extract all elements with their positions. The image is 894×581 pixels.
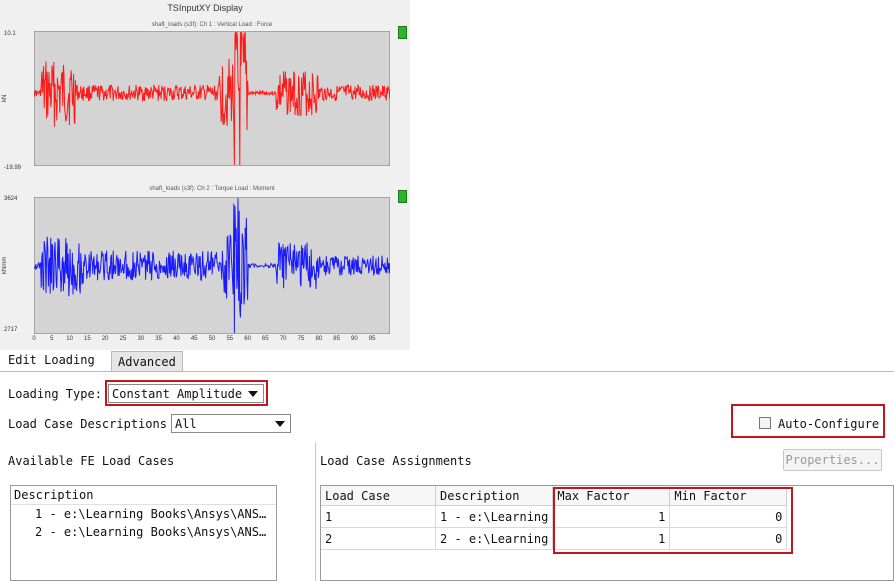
- list-item[interactable]: 1 - e:\Learning Books\Ansys\ANS…: [11, 505, 276, 523]
- highlight-loading-type: [105, 380, 268, 406]
- x-tick-label: 60: [244, 336, 251, 342]
- bottom-signal-chart: [34, 197, 390, 334]
- bottom-plot-panel: shaft_loads (s3f): Ch 2 : Torque Load : …: [0, 186, 410, 336]
- load-case-descriptions-value: All: [175, 417, 197, 431]
- top-plot-panel: shaft_loads (s3f): Ch 1 : Vertical Load …: [0, 22, 410, 172]
- panel-divider[interactable]: [315, 442, 316, 581]
- x-tick-label: 40: [173, 336, 180, 342]
- bottom-plot-ymax: 3624: [4, 196, 18, 202]
- x-tick-label: 10: [66, 336, 73, 342]
- auto-configure-checkbox[interactable]: [759, 417, 771, 429]
- x-tick-label: 5: [50, 336, 54, 342]
- cell-load-case[interactable]: 1: [321, 505, 436, 528]
- x-tick-label: 35: [155, 336, 162, 342]
- load-case-descriptions-select[interactable]: All: [171, 414, 291, 433]
- plot-window-title: TSInputXY Display: [167, 3, 243, 13]
- top-plot-ymax: 10.1: [4, 31, 16, 37]
- bottom-plot-title: shaft_loads (s3f): Ch 2 : Torque Load : …: [149, 186, 275, 192]
- tab-bar: Edit Loading Advanced: [0, 348, 894, 372]
- x-tick-label: 20: [101, 336, 109, 342]
- x-tick-label: 70: [279, 336, 287, 342]
- loading-type-label: Loading Type:: [8, 387, 102, 401]
- load-case-assignments-title: Load Case Assignments: [320, 454, 472, 468]
- auto-configure-label: Auto-Configure: [778, 417, 880, 431]
- tab-advanced[interactable]: Advanced: [111, 351, 183, 371]
- cell-description[interactable]: 1 - e:\Learning: [435, 505, 554, 528]
- tab-edit-loading[interactable]: Edit Loading: [2, 350, 101, 370]
- x-tick-label: 80: [315, 336, 323, 342]
- bottom-plot-ymin: 2717: [4, 327, 18, 333]
- x-tick-label: 65: [262, 336, 269, 342]
- x-tick-label: 75: [297, 336, 305, 342]
- top-signal-chart: [34, 31, 390, 166]
- x-tick-label: 0: [32, 336, 36, 342]
- available-load-cases-list: Description 1 - e:\Learning Books\Ansys\…: [10, 485, 277, 581]
- load-case-descriptions-label: Load Case Descriptions: [8, 417, 167, 431]
- list-item[interactable]: 2 - e:\Learning Books\Ansys\ANS…: [11, 523, 276, 541]
- x-tick-label: 95: [368, 336, 376, 342]
- x-tick-label: 90: [351, 336, 358, 342]
- x-tick-label: 45: [190, 336, 198, 342]
- bottom-panel-indicator[interactable]: [398, 190, 407, 203]
- x-tick-label: 25: [119, 336, 127, 342]
- x-tick-label: 50: [208, 336, 216, 342]
- highlight-factor-columns: [553, 487, 793, 554]
- time-series-display: TSInputXY Display shaft_loads (s3f): Ch …: [0, 0, 410, 350]
- top-plot-ymin: -19.99: [4, 165, 22, 171]
- column-description[interactable]: Description: [435, 486, 554, 506]
- top-plot-title: shaft_loads (s3f): Ch 1 : Vertical Load …: [151, 22, 273, 28]
- x-tick-label: 30: [137, 336, 145, 342]
- x-tick-label: 85: [333, 336, 340, 342]
- available-list-header: Description: [11, 486, 276, 505]
- x-tick-label: 55: [226, 336, 234, 342]
- x-axis-ticks: 0 5 10 15 20 25 30 35 40 45 50 55 60 65 70 75 80 85 90 95: [28, 336, 398, 346]
- x-tick-label: 15: [84, 336, 91, 342]
- column-load-case[interactable]: Load Case: [321, 486, 436, 506]
- properties-button[interactable]: Properties...: [783, 449, 882, 471]
- cell-description[interactable]: 2 - e:\Learning: [435, 527, 554, 550]
- top-panel-indicator[interactable]: [398, 26, 407, 39]
- available-load-cases-title: Available FE Load Cases: [8, 454, 175, 468]
- cell-load-case[interactable]: 2: [321, 527, 436, 550]
- top-plot-yunit: kN: [2, 94, 8, 102]
- bottom-plot-yunit: kNmm: [2, 256, 8, 274]
- chevron-down-icon: [275, 421, 285, 427]
